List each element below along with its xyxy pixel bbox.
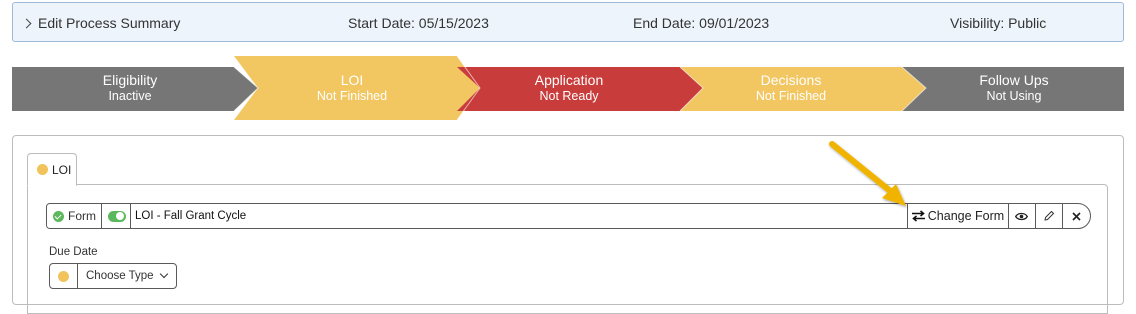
end-date: End Date: 09/01/2023 <box>633 15 770 31</box>
tab-loi[interactable]: LOI <box>27 153 77 186</box>
edit-process-summary-toggle[interactable]: Edit Process Summary <box>21 15 181 31</box>
annotation-arrow-icon <box>829 141 906 206</box>
due-date-type-value: Choose Type <box>86 270 154 282</box>
tab-content: Form LOI - Fall Grant Cycle Change Form <box>27 184 1108 314</box>
chevron-right-icon <box>21 18 32 28</box>
toggle-switch-icon[interactable] <box>107 210 126 222</box>
form-row: Form LOI - Fall Grant Cycle Change Form <box>46 203 1091 229</box>
step-loi[interactable]: LOI Not Finished <box>262 72 442 104</box>
step-status: Not Ready <box>539 89 599 103</box>
step-name: LOI <box>340 72 364 88</box>
pencil-icon <box>1043 210 1054 221</box>
form-type-label: Form <box>68 209 96 223</box>
edit-form-button[interactable] <box>1035 204 1061 228</box>
step-application[interactable]: Application Not Ready <box>479 72 659 104</box>
process-steps: Eligibility Inactive LOI Not Finished Ap… <box>12 56 1124 120</box>
due-date-status <box>50 264 78 288</box>
status-dot-icon <box>37 164 48 175</box>
process-summary-bar: Edit Process Summary Start Date: 05/15/2… <box>12 2 1124 42</box>
step-decisions[interactable]: Decisions Not Finished <box>701 72 881 104</box>
chevron-down-icon <box>159 269 169 279</box>
remove-form-button[interactable] <box>1062 204 1090 228</box>
start-date: Start Date: 05/15/2023 <box>348 15 489 31</box>
step-name: Application <box>534 72 604 88</box>
view-form-button[interactable] <box>1008 204 1034 228</box>
step-name: Decisions <box>760 72 822 88</box>
step-eligibility[interactable]: Eligibility Inactive <box>40 72 220 104</box>
visibility: Visibility: Public <box>950 15 1047 31</box>
step-status: Not Finished <box>755 89 827 103</box>
edit-process-summary-label: Edit Process Summary <box>38 15 181 31</box>
change-form-button[interactable]: Change Form <box>907 204 1007 228</box>
tab-label: LOI <box>52 162 72 177</box>
due-date-type-select[interactable]: Choose Type <box>49 263 177 289</box>
step-status: Not Finished <box>316 89 388 103</box>
close-icon <box>1072 211 1081 221</box>
step-status: Inactive <box>108 89 152 103</box>
check-circle-icon <box>53 210 64 222</box>
eye-icon <box>1015 212 1028 220</box>
stage-panel: LOI Form LOI - Fall Grant Cycle Change F… <box>12 135 1124 314</box>
status-dot-icon <box>58 270 69 282</box>
form-name: LOI - Fall Grant Cycle <box>135 210 247 222</box>
form-active-toggle[interactable] <box>103 204 131 228</box>
swap-icon <box>911 210 925 222</box>
step-name: Follow Ups <box>979 72 1049 88</box>
form-type-badge: Form <box>47 204 102 228</box>
step-name: Eligibility <box>102 72 158 88</box>
step-status: Not Using <box>986 89 1042 103</box>
due-date-label: Due Date <box>49 246 98 258</box>
change-form-label: Change Form <box>927 209 1005 223</box>
step-follow-ups[interactable]: Follow Ups Not Using <box>924 72 1104 104</box>
